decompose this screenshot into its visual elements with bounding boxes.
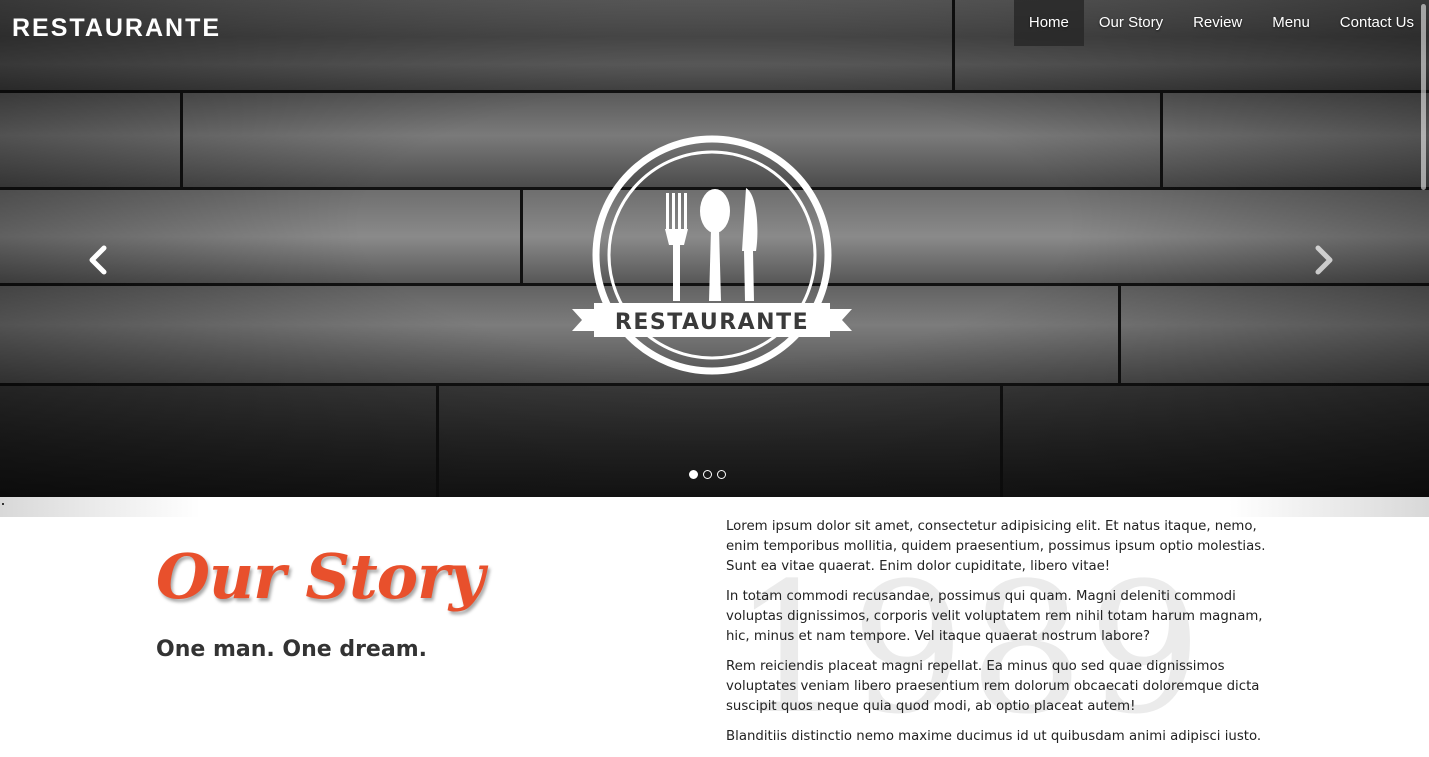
carousel-dot-3[interactable] xyxy=(717,470,726,479)
story-body: Lorem ipsum dolor sit amet, consectetur … xyxy=(726,517,1271,757)
divider-mark xyxy=(2,503,4,505)
story-heading: Our Story xyxy=(156,540,485,613)
story-paragraph: In totam commodi recusandae, possimus qu… xyxy=(726,589,1263,644)
spoon-icon xyxy=(700,189,730,301)
nav-review[interactable]: Review xyxy=(1178,0,1257,46)
nav-home[interactable]: Home xyxy=(1013,0,1084,46)
restaurant-emblem: RESTAURANTE xyxy=(572,135,852,375)
section-divider xyxy=(0,497,1429,517)
fork-icon xyxy=(665,193,688,301)
story-paragraph: Rem reiciendis placeat magni repellat. E… xyxy=(726,659,1260,714)
story-subheading: One man. One dream. xyxy=(156,637,427,662)
scrollbar-thumb[interactable] xyxy=(1421,4,1426,190)
carousel-prev-button[interactable] xyxy=(83,240,113,280)
carousel-indicators xyxy=(689,470,726,479)
main-nav: Home Our Story Review Menu Contact Us xyxy=(1013,0,1429,46)
nav-our-story[interactable]: Our Story xyxy=(1084,0,1178,46)
carousel-next-button[interactable] xyxy=(1309,240,1339,280)
nav-menu[interactable]: Menu xyxy=(1257,0,1325,46)
carousel-dot-2[interactable] xyxy=(703,470,712,479)
carousel-dot-1[interactable] xyxy=(689,470,698,479)
knife-icon xyxy=(742,188,758,301)
chevron-left-icon xyxy=(89,245,107,275)
brand-logo[interactable]: RESTAURANTE xyxy=(12,14,221,43)
chevron-right-icon xyxy=(1315,245,1333,275)
story-paragraph: Blanditiis distinctio nemo maxime ducimu… xyxy=(726,729,1262,744)
nav-contact-us[interactable]: Contact Us xyxy=(1325,0,1429,46)
hero-carousel: RESTAURANTE Home Our Story Review Menu C… xyxy=(0,0,1429,497)
emblem-text: RESTAURANTE xyxy=(615,310,809,335)
story-paragraph: Lorem ipsum dolor sit amet, consectetur … xyxy=(726,519,1266,574)
